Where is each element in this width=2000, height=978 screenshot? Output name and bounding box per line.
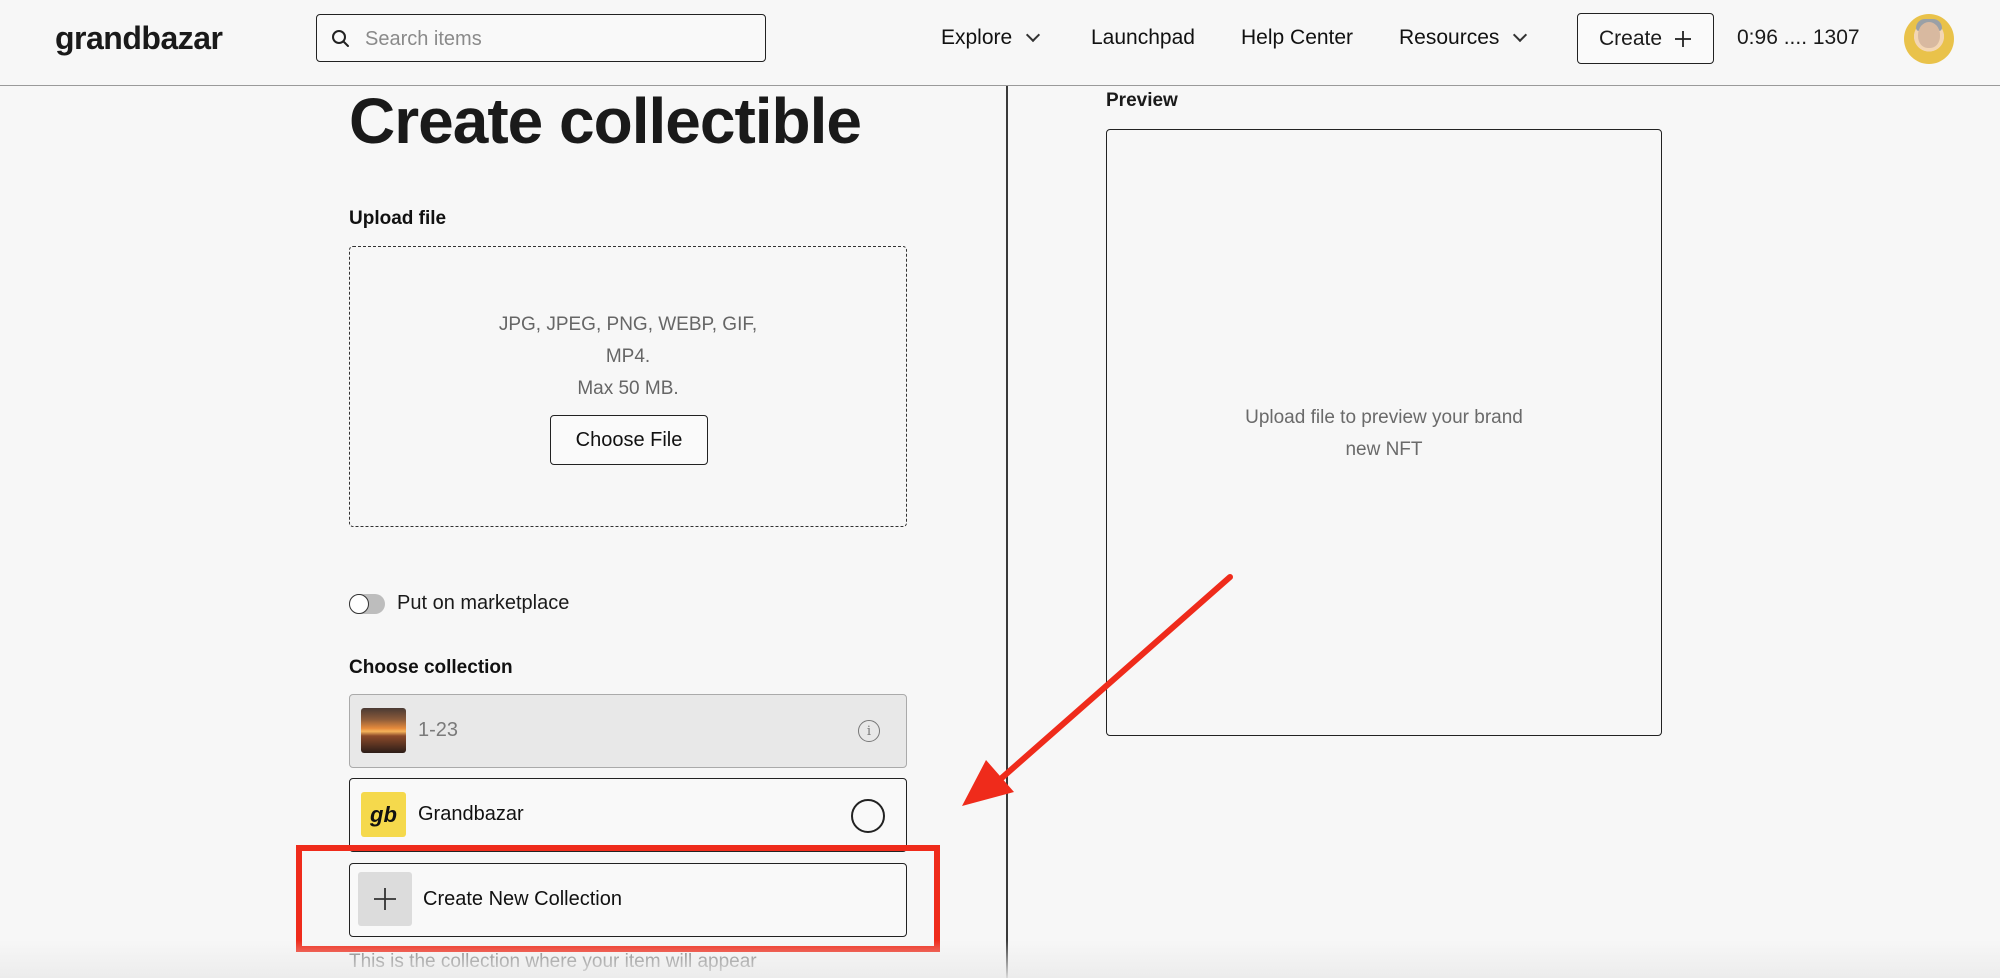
preview-placeholder: Upload file to preview your brand new NF… [1107,402,1661,466]
annotation-highlight-box [296,845,940,952]
choose-collection-label: Choose collection [349,657,513,678]
column-divider [1006,86,1008,978]
nav-help-center[interactable]: Help Center [1241,26,1353,50]
preview-placeholder-line2: new NFT [1345,439,1423,460]
collection-option-grandbazar[interactable]: gb Grandbazar [349,778,907,852]
nav-resources-label: Resources [1399,26,1500,49]
grandbazar-badge: gb [361,792,406,837]
nav-launchpad[interactable]: Launchpad [1091,26,1195,50]
preview-panel: Upload file to preview your brand new NF… [1106,129,1662,736]
avatar-face [1918,22,1940,48]
collection-helper-text: This is the collection where your item w… [349,951,757,972]
create-button-label: Create [1598,26,1663,50]
upload-file-label: Upload file [349,208,447,229]
nav-resources[interactable]: Resources [1399,26,1528,50]
radio-button[interactable] [851,799,885,833]
collection-name: Grandbazar [418,803,524,825]
search-icon [332,30,349,47]
info-icon[interactable]: i [858,720,880,742]
page-title: Create collectible [349,85,862,157]
chevron-down-icon [1026,27,1041,43]
wallet-address[interactable]: 0:96 .... 1307 [1737,26,1860,50]
search-input[interactable] [363,23,757,55]
collection-thumbnail [361,708,406,753]
upload-formats-line1: JPG, JPEG, PNG, WEBP, GIF, [498,314,758,335]
nav-explore[interactable]: Explore [941,26,1041,50]
nav-explore-label: Explore [941,26,1013,49]
marketplace-toggle-label: Put on marketplace [397,592,570,614]
preview-placeholder-line1: Upload file to preview your brand [1245,407,1523,428]
search-box[interactable] [316,14,766,62]
collection-name: 1-23 [418,719,459,741]
upload-formats-line2: MP4. [605,346,651,367]
toggle-knob [349,594,369,614]
logo[interactable]: grandbazar [55,20,223,57]
collection-option-1-23[interactable]: 1-23 i [349,694,907,768]
avatar[interactable] [1904,14,1954,64]
upload-hint: JPG, JPEG, PNG, WEBP, GIF, MP4. Max 50 M… [350,309,906,405]
top-bar: grandbazar Explore Launchpad Help Center… [0,0,2000,86]
chevron-down-icon [1513,27,1528,43]
marketplace-toggle[interactable] [349,594,385,614]
choose-file-button[interactable]: Choose File [550,415,708,465]
nav-help-center-label: Help Center [1241,26,1354,49]
upload-max-size: Max 50 MB. [577,378,679,399]
create-button[interactable]: Create [1577,13,1714,64]
annotation-arrow [962,574,1233,806]
nav-launchpad-label: Launchpad [1091,26,1195,49]
plus-icon [1675,30,1692,47]
preview-label: Preview [1106,90,1178,111]
upload-dropzone[interactable]: JPG, JPEG, PNG, WEBP, GIF, MP4. Max 50 M… [349,246,907,527]
